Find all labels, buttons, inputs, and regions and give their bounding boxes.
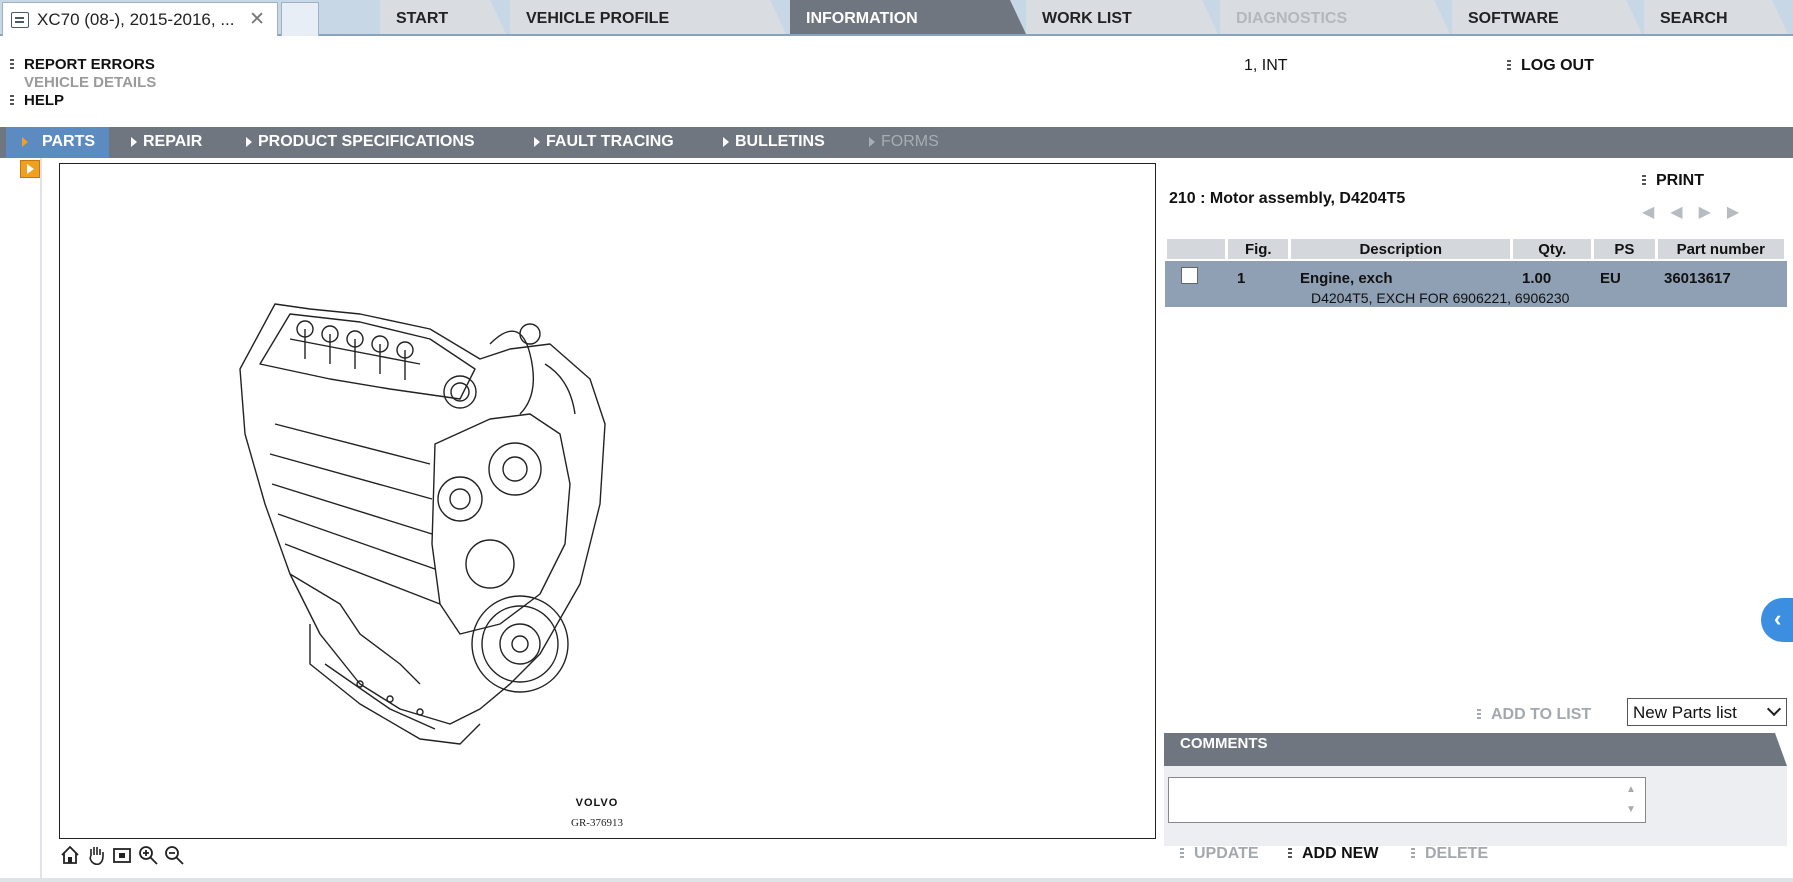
add-new-button[interactable]: ADD NEW [1288, 845, 1378, 863]
tab-information[interactable]: INFORMATION [790, 0, 1026, 34]
table-header-row: Fig. Description Qty. PS Part number [1167, 239, 1784, 259]
grip-icon [1642, 175, 1646, 187]
tab-start[interactable]: START [380, 0, 506, 34]
row-description: Engine, exch [1300, 270, 1393, 287]
page-icon [11, 11, 29, 28]
comments-header: COMMENTS [1164, 733, 1787, 766]
row-qty: 1.00 [1522, 270, 1552, 287]
col-select [1167, 239, 1226, 259]
chevron-down-icon [1766, 701, 1782, 717]
grip-icon [1507, 60, 1511, 72]
previous-page-icon[interactable]: ◀◀ [1642, 204, 1699, 221]
expand-panel-button[interactable] [20, 160, 40, 178]
logout-link[interactable]: LOG OUT [1507, 57, 1594, 75]
collapse-side-panel-button[interactable]: ‹ [1761, 598, 1793, 642]
row-note: D4204T5, EXCH FOR 6906221, 6906230 [1311, 290, 1570, 306]
parts-drawing[interactable]: VOLVO GR-376913 [59, 163, 1156, 839]
sub-navigation: PARTS REPAIR PRODUCT SPECIFICATIONS FAUL… [0, 127, 1793, 158]
tab-work-list[interactable]: WORK LIST [1026, 0, 1218, 34]
pan-hand-icon[interactable] [85, 844, 107, 866]
drawing-toolbar [59, 844, 185, 866]
grip-icon [10, 95, 14, 107]
subnav-parts[interactable]: PARTS [6, 127, 110, 158]
next-page-icon[interactable]: ▶▶ [1699, 204, 1756, 221]
report-errors-link[interactable]: REPORT ERRORS [10, 56, 156, 74]
browser-tab-title: XC70 (08-), 2015-2016, ... [37, 9, 235, 29]
chevron-left-icon: ‹ [1774, 606, 1782, 631]
vehicle-details-link: VEHICLE DETAILS [24, 74, 157, 91]
parts-list-select[interactable]: New Parts list [1627, 698, 1787, 726]
brand-logo-text: VOLVO [575, 797, 619, 809]
figure-id: GR-376913 [571, 817, 623, 829]
top-links: REPORT ERRORS VEHICLE DETAILS HELP [10, 56, 156, 110]
grip-icon [1477, 709, 1481, 721]
print-button[interactable]: PRINT [1642, 172, 1704, 190]
page-nav: ◀◀▶▶ [1642, 202, 1755, 222]
browser-tab[interactable]: XC70 (08-), 2015-2016, ... ✕ [2, 2, 278, 36]
col-ps: PS [1594, 239, 1655, 259]
engine-illustration [239, 303, 606, 745]
col-description: Description [1291, 239, 1511, 259]
subnav-bulletins[interactable]: BULLETINS [723, 133, 825, 151]
tab-software[interactable]: SOFTWARE [1452, 0, 1642, 34]
update-button: UPDATE [1180, 845, 1259, 863]
home-icon[interactable] [59, 844, 81, 866]
subnav-product-specifications[interactable]: PRODUCT SPECIFICATIONS [246, 133, 475, 151]
fit-window-icon[interactable] [111, 844, 133, 866]
close-tab-icon[interactable]: ✕ [249, 8, 265, 31]
grip-icon [1411, 848, 1415, 860]
left-gutter [0, 158, 42, 882]
col-part-number: Part number [1657, 239, 1784, 259]
grip-icon [1288, 848, 1292, 860]
grip-icon [1180, 848, 1184, 860]
row-part-number: 36013617 [1664, 270, 1731, 287]
user-label: 1, INT [1244, 57, 1288, 74]
assembly-title: 210 : Motor assembly, D4204T5 [1169, 190, 1406, 207]
subnav-forms: FORMS [869, 133, 939, 151]
comment-input[interactable]: ▲ ▼ [1168, 777, 1646, 823]
add-to-list-button: ADD TO LIST [1477, 706, 1591, 724]
tab-diagnostics: DIAGNOSTICS [1220, 0, 1450, 34]
bottom-border [0, 878, 1793, 882]
tab-search[interactable]: SEARCH [1644, 0, 1788, 34]
zoom-out-icon[interactable] [163, 844, 185, 866]
delete-button: DELETE [1411, 845, 1488, 863]
textarea-scroll-arrows[interactable]: ▲ ▼ [1623, 780, 1639, 820]
zoom-in-icon[interactable] [137, 844, 159, 866]
col-qty: Qty. [1513, 239, 1592, 259]
grip-icon [10, 59, 14, 71]
row-fig: 1 [1237, 270, 1246, 287]
subnav-repair[interactable]: REPAIR [131, 133, 202, 151]
parts-table: Fig. Description Qty. PS Part number [1164, 239, 1787, 259]
tab-vehicle-profile[interactable]: VEHICLE PROFILE [510, 0, 786, 34]
row-ps: EU [1600, 270, 1621, 287]
help-link[interactable]: HELP [10, 92, 156, 110]
subnav-fault-tracing[interactable]: FAULT TRACING [534, 133, 674, 151]
new-tab-button[interactable] [281, 2, 319, 36]
row-select-checkbox[interactable] [1181, 267, 1198, 284]
col-fig: Fig. [1228, 239, 1289, 259]
